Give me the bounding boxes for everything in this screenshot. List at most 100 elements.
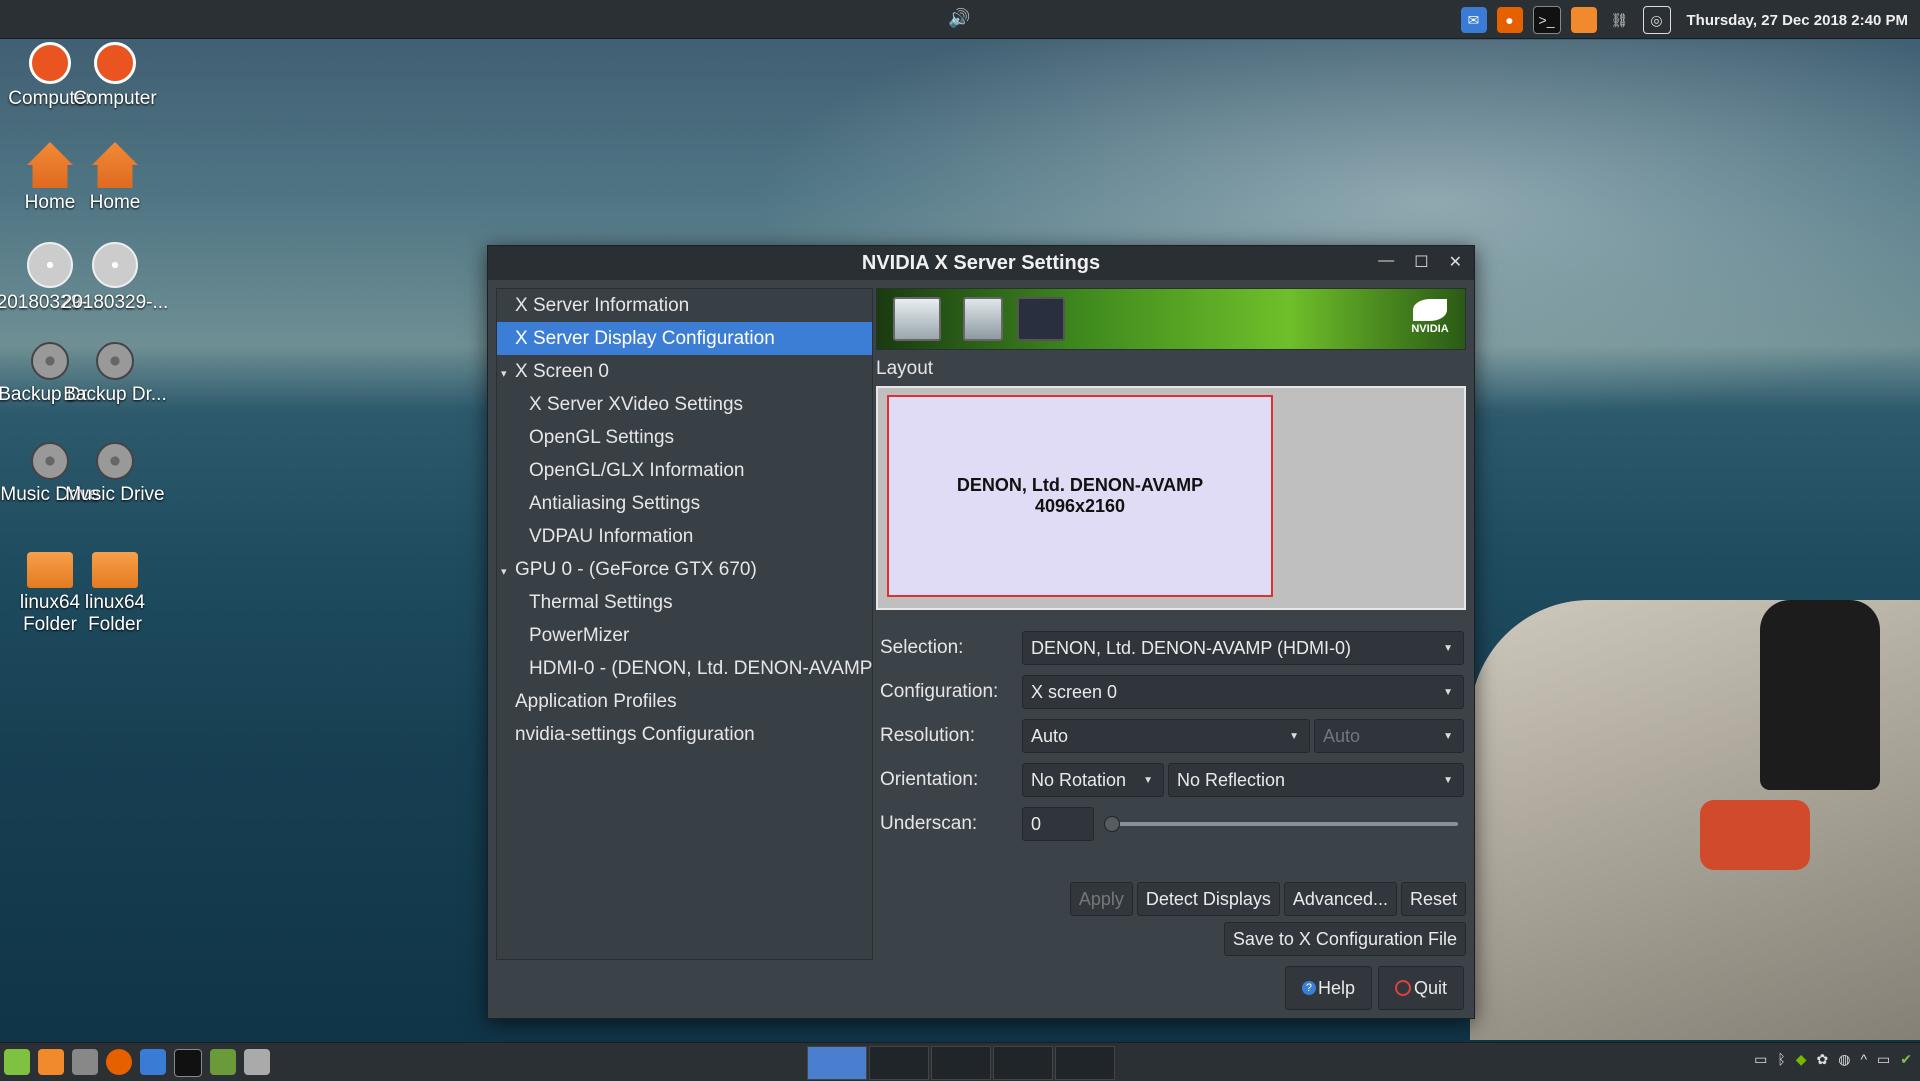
tree-item[interactable]: Application Profiles (497, 685, 872, 718)
tree-item-label: X Server Information (515, 295, 690, 316)
menu-icon[interactable] (4, 1049, 30, 1075)
expander-icon[interactable]: ▾ (501, 358, 515, 388)
camera-icon[interactable] (244, 1049, 270, 1075)
slider-handle[interactable] (1104, 816, 1120, 832)
display-name: DENON, Ltd. DENON-AVAMP (956, 475, 1204, 495)
display-rectangle[interactable]: DENON, Ltd. DENON-AVAMP 4096x2160 (887, 395, 1273, 597)
monitor-icon[interactable] (210, 1049, 236, 1075)
quit-button[interactable]: Quit (1377, 966, 1464, 1010)
maximize-icon[interactable]: ☐ (1414, 252, 1428, 272)
desktop-icon-label: Home (89, 192, 141, 213)
apply-button[interactable]: Apply (1069, 882, 1133, 916)
selection-dropdown[interactable]: DENON, Ltd. DENON-AVAMP (HDMI-0) ▼ (1022, 631, 1464, 665)
bluetooth-icon[interactable]: ᛒ (1777, 1051, 1785, 1068)
tree-item[interactable]: nvidia-settings Configuration (497, 718, 872, 751)
desktop-icon[interactable]: 20180329-... (60, 242, 170, 314)
speaker-icon[interactable]: 🔊 (948, 8, 970, 29)
clock[interactable]: Thursday, 27 Dec 2018 2:40 PM (1687, 12, 1909, 29)
underscan-input[interactable]: 0 (1022, 807, 1094, 841)
window-titlebar[interactable]: NVIDIA X Server Settings — ☐ ✕ (488, 246, 1474, 280)
minimize-icon[interactable]: — (1378, 252, 1394, 272)
reflection-dropdown[interactable]: No Reflection ▼ (1168, 763, 1464, 797)
terminal-icon[interactable]: ▭ (1754, 1051, 1767, 1068)
quit-icon (1394, 980, 1411, 996)
drive-icon (96, 442, 134, 480)
tree-item[interactable]: ▾ GPU 0 - (GeForce GTX 670) (497, 553, 872, 586)
chevron-down-icon: ▼ (1443, 642, 1453, 654)
desktop-icon[interactable]: Home (60, 142, 170, 214)
tree-item-label: PowerMizer (529, 625, 630, 646)
detect-displays-button[interactable]: Detect Displays (1136, 882, 1280, 916)
close-icon[interactable]: ✕ (1449, 252, 1462, 272)
refresh-rate-dropdown[interactable]: Auto ▼ (1314, 719, 1464, 753)
tree-item[interactable]: X Server Display Configuration (497, 322, 872, 355)
rotation-dropdown[interactable]: No Rotation ▼ (1022, 763, 1164, 797)
tree-item[interactable]: HDMI-0 - (DENON, Ltd. DENON-AVAMP) (497, 652, 872, 685)
terminal-icon[interactable] (174, 1049, 202, 1077)
workspace-button[interactable] (807, 1046, 867, 1080)
firefox-icon[interactable]: ● (1496, 7, 1523, 33)
orientation-row: Orientation: No Rotation ▼ No Reflection ▼ (876, 758, 1466, 802)
desktop-icon-label: Backup Dr... (63, 384, 167, 405)
software-icon[interactable] (72, 1049, 98, 1075)
configuration-dropdown[interactable]: X screen 0 ▼ (1022, 675, 1464, 709)
tree-item[interactable]: Thermal Settings (497, 586, 872, 619)
chevron-down-icon: ▼ (1289, 730, 1299, 742)
tree-item[interactable]: Antialiasing Settings (497, 487, 872, 520)
chevron-down-icon: ▼ (1443, 686, 1453, 698)
tree-item[interactable]: VDPAU Information (497, 520, 872, 553)
save-config-button[interactable]: Save to X Configuration File (1223, 922, 1466, 956)
configuration-value: X screen 0 (1031, 681, 1118, 702)
display-icon[interactable]: ▭ (1877, 1051, 1890, 1068)
desktop-icon[interactable]: linux64 Folder (60, 542, 170, 636)
help-icon: ? (1301, 981, 1316, 995)
selection-label: Selection: (880, 637, 964, 658)
tree-item-label: HDMI-0 - (DENON, Ltd. DENON-AVAMP) (529, 658, 872, 679)
chevron-down-icon: ▼ (1443, 774, 1453, 786)
tree-item[interactable]: ▾ X Screen 0 (497, 355, 872, 388)
advanced-button[interactable]: Advanced... (1283, 882, 1397, 916)
settings-icon[interactable]: ✿ (1817, 1051, 1829, 1068)
resolution-row: Resolution: Auto ▼ Auto ▼ (876, 714, 1466, 758)
tree-item-label: X Server Display Configuration (515, 328, 775, 349)
tree-item[interactable]: PowerMizer (497, 619, 872, 652)
chevron-up-icon[interactable]: ^ (1860, 1051, 1867, 1068)
desktop-icon[interactable]: Backup Dr... (60, 342, 170, 406)
network-icon[interactable]: ◍ (1838, 1051, 1850, 1068)
reset-button[interactable]: Reset (1400, 882, 1466, 916)
tree-item[interactable]: OpenGL/GLX Information (497, 454, 872, 487)
help-button[interactable]: ? Help (1284, 966, 1372, 1010)
screenshot-icon[interactable]: ◎ (1642, 6, 1671, 34)
terminal-icon[interactable]: >_ (1532, 6, 1561, 34)
desktop-icon[interactable]: Computer (60, 42, 170, 110)
workspace-button[interactable] (931, 1046, 991, 1080)
desktop-icon-label: linux64 Folder (84, 592, 146, 635)
nvidia-logo-text: NVIDIA (1411, 323, 1449, 335)
underscan-slider[interactable] (1104, 816, 1458, 832)
launcher (4, 1049, 270, 1077)
workspace-button[interactable] (869, 1046, 929, 1080)
network-icon[interactable]: ⛓ (1607, 7, 1633, 33)
layout-canvas[interactable]: DENON, Ltd. DENON-AVAMP 4096x2160 (876, 386, 1466, 610)
tree-item-label: VDPAU Information (529, 526, 694, 547)
workspace-button[interactable] (993, 1046, 1053, 1080)
nvidia-banner: NVIDIA (876, 288, 1466, 350)
shield-icon[interactable]: ✔ (1900, 1051, 1912, 1068)
desktop-icon[interactable]: Music Drive (60, 442, 170, 506)
firefox-icon[interactable] (106, 1049, 132, 1075)
files-icon[interactable] (38, 1049, 64, 1075)
expander-icon[interactable]: ▾ (501, 556, 515, 586)
tree-item[interactable]: X Server Information (497, 289, 872, 322)
thunderbird-icon[interactable]: ✉ (1460, 7, 1487, 33)
workspace-button[interactable] (1055, 1046, 1115, 1080)
nvidia-tray-icon[interactable]: ◆ (1796, 1051, 1807, 1068)
files-icon[interactable] (1570, 7, 1597, 33)
resolution-dropdown[interactable]: Auto ▼ (1022, 719, 1310, 753)
thunderbird-icon[interactable] (140, 1049, 166, 1075)
selection-value: DENON, Ltd. DENON-AVAMP (HDMI-0) (1031, 637, 1352, 658)
tree-item-label: nvidia-settings Configuration (515, 724, 755, 745)
bottom-taskbar: ▭ ᛒ ◆ ✿ ◍ ^ ▭ ✔ (0, 1042, 1920, 1081)
computer-icon (94, 42, 136, 84)
tree-item[interactable]: OpenGL Settings (497, 421, 872, 454)
tree-item[interactable]: X Server XVideo Settings (497, 388, 872, 421)
